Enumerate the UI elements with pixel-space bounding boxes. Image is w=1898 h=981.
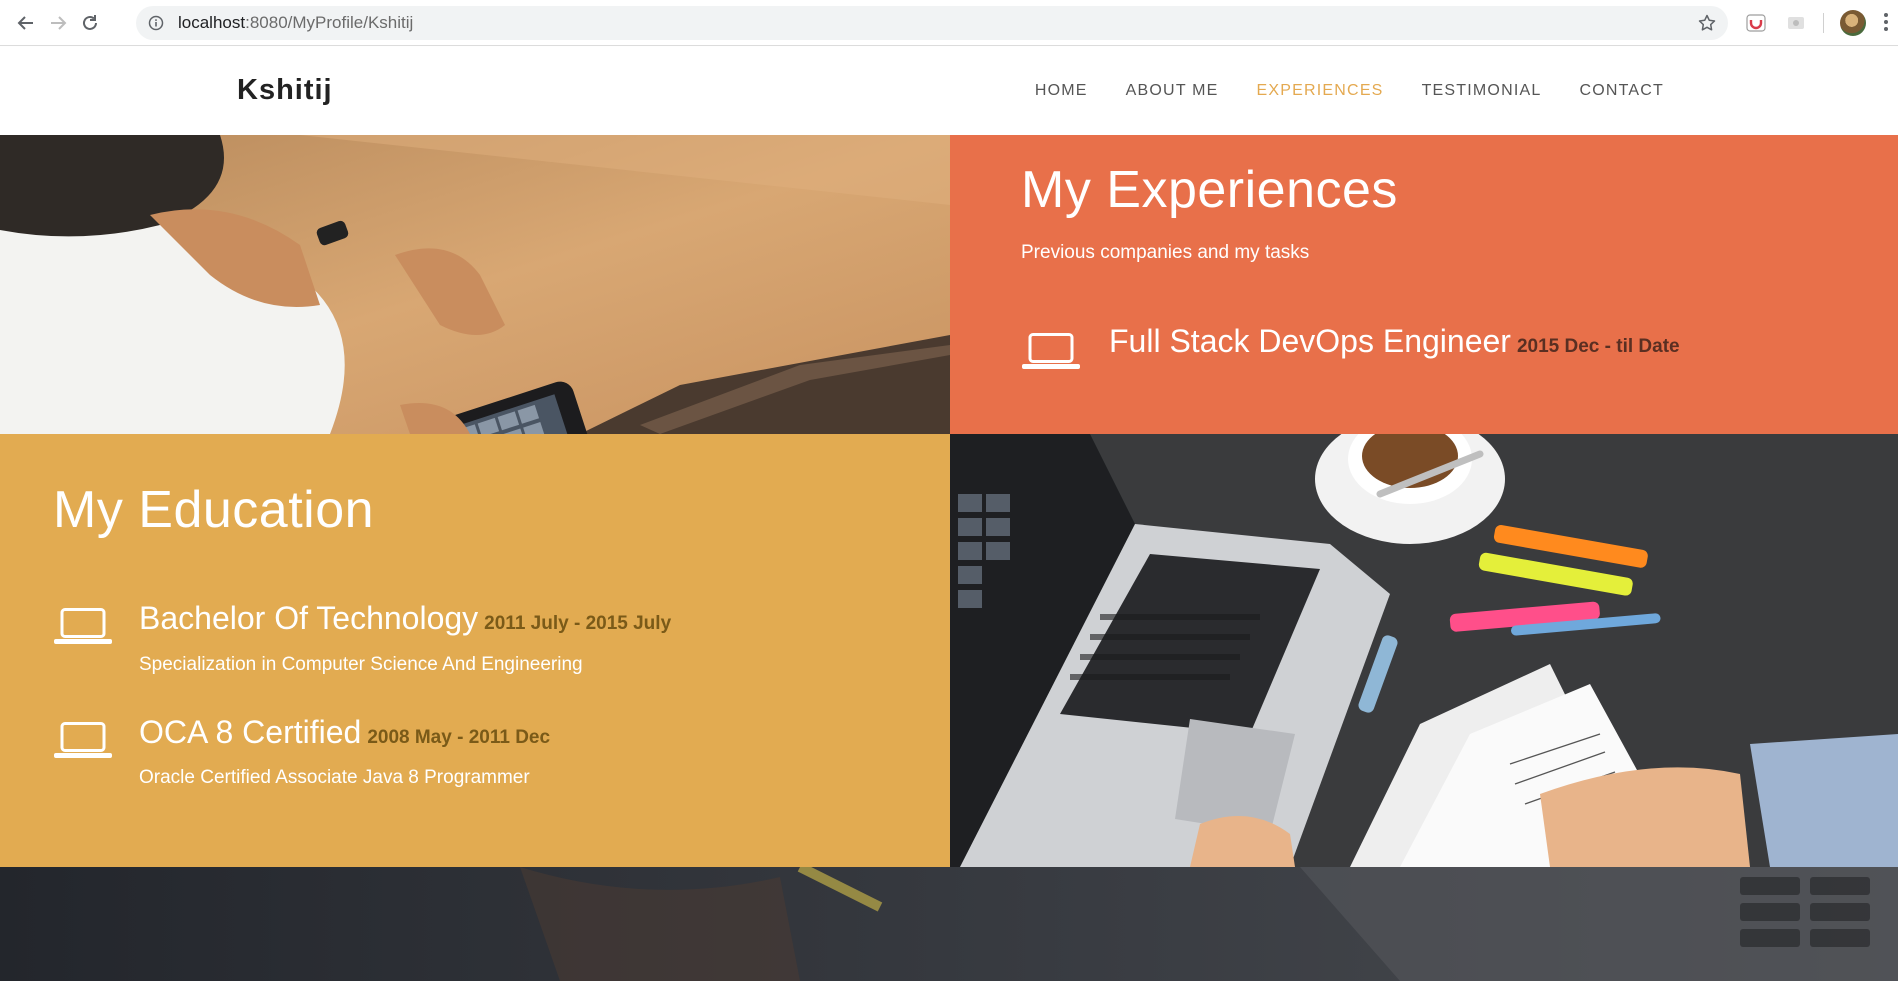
extension-icon[interactable] (1785, 12, 1807, 34)
education-degree-text: Bachelor Of Technology (139, 600, 479, 636)
nav-home[interactable]: HOME (1035, 82, 1088, 100)
education-title: My Education (53, 481, 375, 539)
education-degree: Bachelor Of Technology 2011 July - 2015 J… (139, 600, 671, 637)
laptop-icon (1021, 333, 1081, 371)
education-desc: Specialization in Computer Science And E… (139, 654, 583, 675)
experience-role-text: Full Stack DevOps Engineer (1109, 323, 1511, 359)
laptop-icon (53, 608, 113, 646)
education-desc: Oracle Certified Associate Java 8 Progra… (139, 767, 530, 788)
reload-icon[interactable] (78, 11, 102, 35)
url-host: localhost (178, 13, 246, 32)
info-icon[interactable] (148, 15, 164, 31)
experience-dates: 2015 Dec - til Date (1516, 336, 1680, 357)
experiences-section: My Experiences Previous companies and my… (950, 135, 1898, 434)
experiences-title: My Experiences (1021, 161, 1398, 219)
nav-experiences[interactable]: EXPERIENCES (1257, 82, 1384, 100)
laptop-icon (53, 722, 113, 760)
education-dates: 2008 May - 2011 Dec (367, 727, 551, 748)
star-icon[interactable] (1698, 14, 1716, 32)
arrow-forward-icon[interactable] (46, 11, 70, 35)
main-nav: HOME ABOUT ME EXPERIENCES TESTIMONIAL CO… (997, 47, 1664, 135)
menu-kebab-icon[interactable] (1884, 11, 1890, 35)
brand-logo[interactable]: Kshitij (237, 47, 333, 133)
nav-contact[interactable]: CONTACT (1579, 82, 1664, 100)
nav-testimonial[interactable]: TESTIMONIAL (1422, 82, 1542, 100)
education-degree-text: OCA 8 Certified (139, 714, 362, 750)
education-dates: 2011 July - 2015 July (484, 613, 672, 634)
experiences-subtitle: Previous companies and my tasks (1021, 242, 1310, 263)
experience-role: Full Stack DevOps Engineer 2015 Dec - til… (1109, 323, 1680, 360)
bottom-photo (0, 867, 1898, 981)
desk-photo (950, 434, 1898, 867)
url-text[interactable]: localhost:8080/MyProfile/Kshitij (178, 6, 413, 40)
url-path: :8080/MyProfile/Kshitij (245, 13, 414, 32)
site-header: Kshitij HOME ABOUT ME EXPERIENCES TESTIM… (0, 47, 1898, 135)
nav-about-me[interactable]: ABOUT ME (1126, 82, 1219, 100)
phone-photo (0, 135, 950, 434)
address-bar[interactable]: localhost:8080/MyProfile/Kshitij (136, 6, 1728, 40)
profile-avatar[interactable] (1840, 10, 1866, 36)
pocket-extension-icon[interactable] (1745, 12, 1767, 34)
arrow-back-icon[interactable] (14, 11, 38, 35)
education-section: My Education Bachelor Of Technology 2011 … (0, 434, 950, 867)
toolbar-divider (1823, 13, 1824, 33)
browser-toolbar: localhost:8080/MyProfile/Kshitij (0, 0, 1898, 46)
education-degree: OCA 8 Certified 2008 May - 2011 Dec (139, 714, 550, 751)
